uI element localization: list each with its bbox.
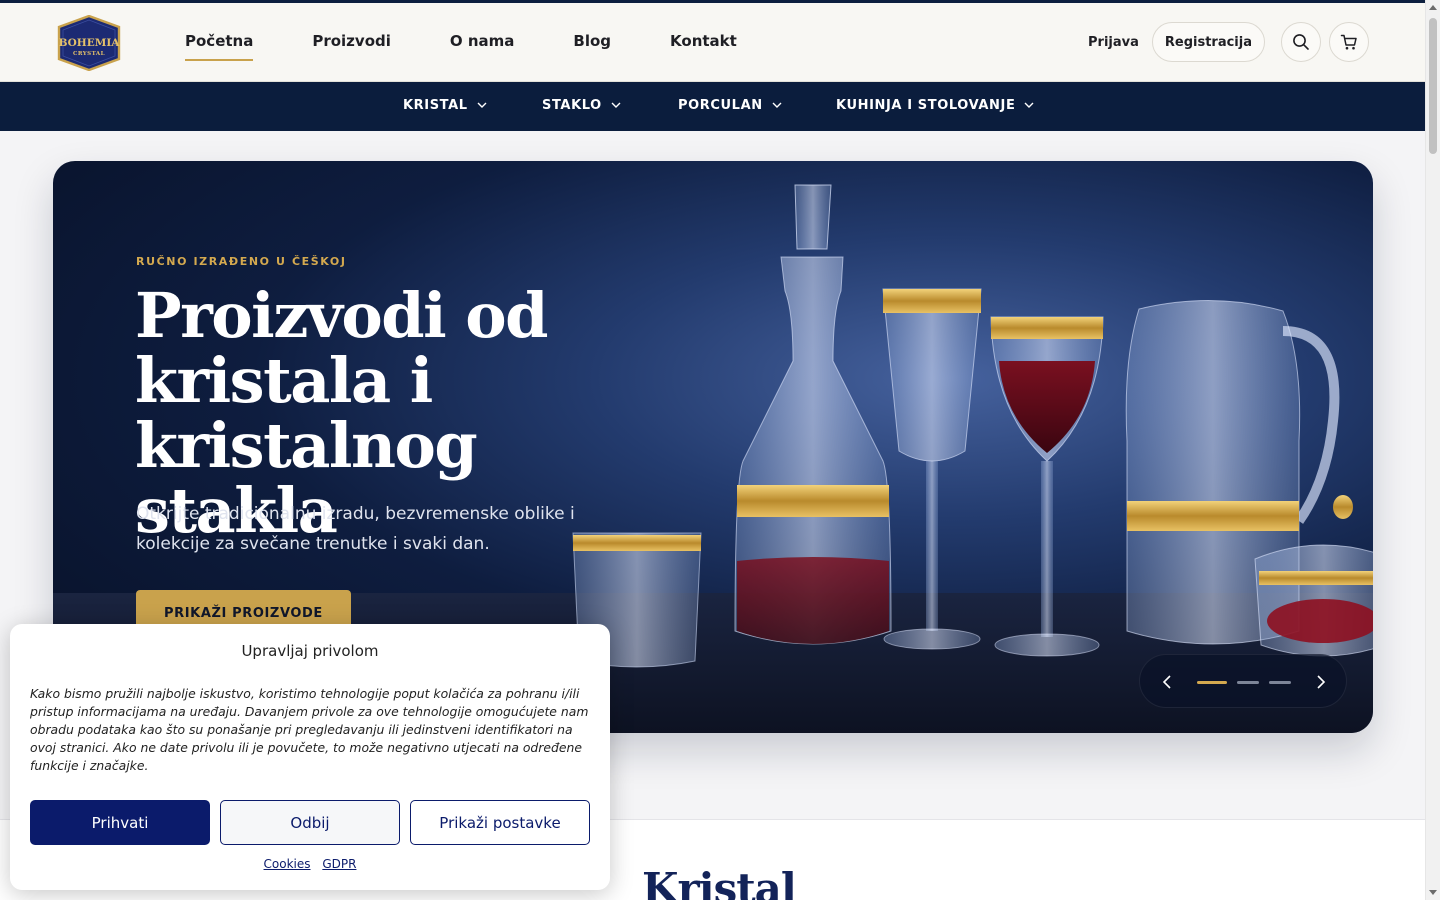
category-label: PORCULAN (678, 98, 763, 113)
consent-title: Upravljaj privolom (241, 642, 379, 660)
search-button[interactable] (1281, 22, 1321, 62)
cart-icon (1340, 34, 1357, 50)
accept-button[interactable]: Prihvati (30, 800, 210, 845)
register-button[interactable]: Registracija (1151, 22, 1265, 62)
category-label: STAKLO (542, 98, 602, 113)
category-kristal[interactable]: KRISTAL (403, 98, 487, 113)
consent-links: Cookies GDPR (10, 857, 610, 871)
slider-controls (1139, 654, 1347, 708)
section-title: Kristal (642, 864, 797, 900)
header-actions: Prijava Registracija (1088, 22, 1369, 62)
chevron-down-icon (1024, 102, 1034, 108)
search-icon (1293, 34, 1309, 50)
page-scrollbar[interactable] (1425, 0, 1440, 900)
category-bar: KRISTAL STAKLO PORCULAN KUHINJA I STOLOV… (0, 82, 1425, 131)
slider-dot-2[interactable] (1237, 681, 1259, 684)
nav-blog[interactable]: Blog (573, 32, 611, 50)
chevron-down-icon (611, 102, 621, 108)
category-label: KRISTAL (403, 98, 468, 113)
nav-about[interactable]: O nama (450, 32, 515, 50)
slider-next-button[interactable] (1311, 672, 1331, 692)
consent-text: Kako bismo pružili najbolje iskustvo, ko… (30, 686, 589, 773)
nav-home[interactable]: Početna (185, 32, 254, 61)
svg-text:CRYSTAL: CRYSTAL (73, 51, 105, 57)
cart-button[interactable] (1329, 22, 1369, 62)
deny-button[interactable]: Odbij (220, 800, 400, 845)
cookies-link[interactable]: Cookies (264, 857, 311, 871)
svg-text:BOHEMIA: BOHEMIA (59, 37, 121, 49)
site-header: BOHEMIA CRYSTAL Početna Proizvodi O nama… (0, 0, 1425, 82)
scroll-up-icon[interactable] (1429, 5, 1437, 10)
nav-contact[interactable]: Kontakt (670, 32, 737, 50)
bohemia-crystal-logo[interactable]: BOHEMIA CRYSTAL (56, 15, 122, 71)
category-staklo[interactable]: STAKLO (542, 98, 621, 113)
hero-subtitle: Otkrijte tradicionalnu izradu, bezvremen… (136, 504, 575, 554)
scroll-down-icon[interactable] (1429, 890, 1437, 895)
hero-headline-line: Proizvodi od (135, 279, 548, 352)
nav-products[interactable]: Proizvodi (312, 32, 391, 50)
cookie-consent-dialog: Upravljaj privolom Kako bismo pružili na… (10, 624, 610, 890)
gdpr-link[interactable]: GDPR (322, 857, 356, 871)
main-navigation: Početna Proizvodi O nama Blog Kontakt (185, 32, 737, 61)
show-preferences-button[interactable]: Prikaži postavke (410, 800, 590, 845)
slider-dot-3[interactable] (1269, 681, 1291, 684)
category-label: KUHINJA I STOLOVANJE (836, 98, 1016, 113)
chevron-down-icon (477, 102, 487, 108)
slider-prev-button[interactable] (1157, 672, 1177, 692)
login-link[interactable]: Prijava (1088, 35, 1139, 50)
scrollbar-thumb[interactable] (1429, 18, 1437, 154)
chevron-down-icon (772, 102, 782, 108)
category-porculan[interactable]: PORCULAN (678, 98, 782, 113)
hero-eyebrow: RUČNO IZRAĐENO U ČEŠKOJ (136, 255, 347, 268)
hero-headline-line: kristala i (135, 344, 433, 417)
chevron-left-icon (1162, 675, 1171, 689)
chevron-right-icon (1317, 675, 1326, 689)
slider-dot-1[interactable] (1197, 681, 1227, 684)
category-kuhinja[interactable]: KUHINJA I STOLOVANJE (836, 98, 1034, 113)
